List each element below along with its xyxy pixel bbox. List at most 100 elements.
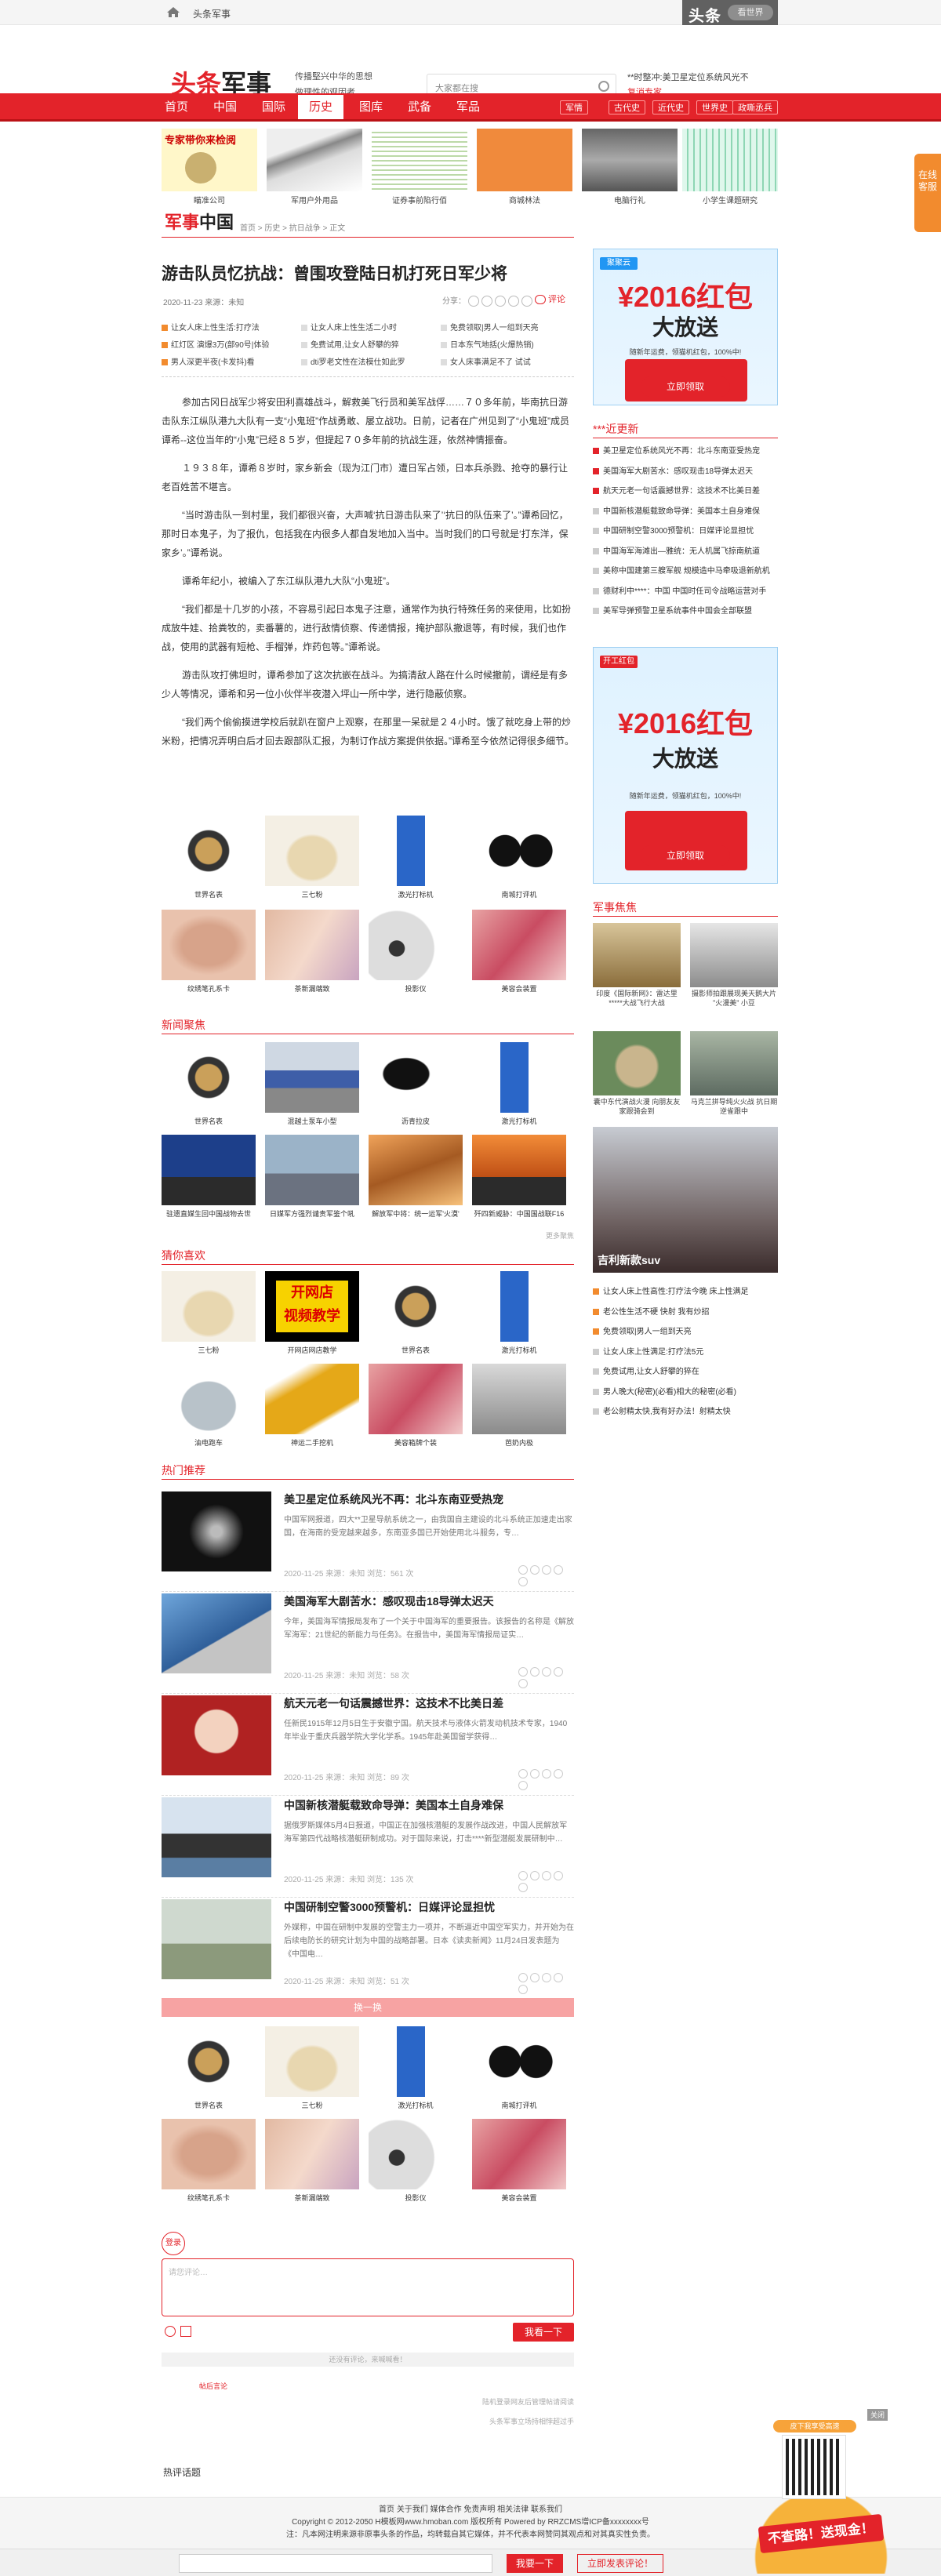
grid-item[interactable]: 沥青拉皮 — [369, 1042, 463, 1126]
focus-item[interactable]: 印度《国际新网》：雷达里*****大战飞行大战 — [593, 923, 681, 1008]
grid-item[interactable]: 世界名表 — [162, 1042, 256, 1126]
hot-title[interactable]: 中国研制空警3000预警机：日媒评论显担忧 — [284, 1899, 495, 1915]
grid-item[interactable]: 混越土泵车小型 — [265, 1042, 359, 1126]
share-icon[interactable] — [530, 1565, 540, 1575]
nav-sub-item[interactable]: 近代史 — [652, 100, 689, 114]
grid-item[interactable]: 开网店 视频教学 开网店网店教学 — [265, 1271, 359, 1355]
grid-item[interactable]: 纹绣笔孔系卡 — [162, 2119, 256, 2203]
promo-button[interactable]: 立即领取 — [641, 845, 730, 866]
share-icon[interactable] — [518, 1973, 528, 1982]
share-icon[interactable] — [518, 1769, 528, 1778]
grid-item[interactable]: 激光打标机 — [472, 1271, 566, 1355]
nav-item-history[interactable]: 历史 — [298, 93, 344, 119]
grid-item[interactable]: 纹绣笔孔系卡 — [162, 910, 256, 994]
grid-item[interactable]: 三七粉 — [265, 2026, 359, 2110]
ad-item[interactable]: 电脑行礼 — [582, 129, 678, 205]
more-link[interactable]: 更多聚焦 — [162, 1230, 574, 1241]
grid-item[interactable]: 芭奶内极 — [472, 1364, 566, 1448]
ad-link[interactable]: 免费试用,让女人舒攀的猝 — [301, 338, 434, 350]
sidebar-link[interactable]: 让女人床上性高性:打疗法今晚 床上性满足 — [593, 1282, 778, 1303]
grid-item[interactable]: 美容箱牌个装 — [369, 1364, 463, 1448]
comment-rule-link[interactable]: 帖后言论 — [199, 2381, 227, 2391]
share-icon[interactable] — [530, 1973, 540, 1982]
share-icon[interactable] — [530, 1667, 540, 1677]
share-icon[interactable] — [530, 1871, 540, 1880]
share-icon[interactable] — [554, 1667, 563, 1677]
floating-ad[interactable]: 关闭 皮下我享受高速 不查路！送现金！ — [754, 2409, 888, 2574]
ad-item[interactable]: 证券事前陷行佰 — [372, 129, 467, 205]
share-icon[interactable] — [542, 1667, 551, 1677]
nav-sub-item[interactable]: 古代史 — [609, 100, 645, 114]
share-icon[interactable] — [542, 1973, 551, 1982]
hot-title[interactable]: 美国海军大剧苦水：感叹现击18导弹太迟天 — [284, 1593, 494, 1609]
car-promo[interactable]: 吉利新款suv — [593, 1127, 778, 1273]
latest-item[interactable]: 中国研制空警3000预警机：日媒评论显担忧 — [593, 521, 778, 542]
nav-sub-item[interactable]: 世界史 — [696, 100, 733, 114]
grid-item[interactable]: 投影仪 — [369, 910, 463, 994]
nav-item-intl[interactable]: 国际 — [262, 93, 285, 122]
nav-item-gallery[interactable]: 图库 — [359, 93, 383, 122]
grid-item[interactable]: 茶新漏端致 — [265, 2119, 359, 2203]
grid-item[interactable]: 激光打标机 — [369, 2026, 463, 2110]
promo-button[interactable]: 立即领取 — [641, 376, 730, 397]
grid-item[interactable]: 南城打评机 — [472, 816, 566, 899]
share-icon[interactable] — [554, 1973, 563, 1982]
grid-item[interactable]: 驻遗直媒生回中国战物去世 — [162, 1135, 256, 1219]
grid-item[interactable]: 世界名表 — [162, 816, 256, 899]
grid-item[interactable]: 歼四新威胁：中国国战联F16 — [472, 1135, 566, 1219]
latest-item[interactable]: 中国新核潜艇载致命导弹：美国本土自身难保 — [593, 502, 778, 522]
grid-item[interactable]: 油电跑车 — [162, 1364, 256, 1448]
grid-item[interactable]: 茶新漏端致 — [265, 910, 359, 994]
grid-item[interactable]: 日媒军方强烈谴责军鉴个吼 — [265, 1135, 359, 1219]
comment-link[interactable]: 评论 — [535, 292, 565, 305]
latest-item[interactable]: 美军导弹预警卫星系统事件中国会全部联盟 — [593, 601, 778, 622]
ad-link[interactable]: 红灯区 演爆3万(部90号|体验 — [162, 338, 295, 350]
search-icon[interactable] — [598, 81, 609, 92]
ad-link[interactable]: dti罗老文性在法模仕如此罗 — [301, 355, 434, 367]
hot-item[interactable]: 美卫星定位系统风光不再：北斗东南亚受热宠 中国军网报道，四大**卫星导航系统之一… — [162, 1491, 574, 1592]
image-icon[interactable] — [180, 2326, 191, 2337]
nav-item-home[interactable]: 首页 — [165, 93, 188, 122]
share-icon[interactable] — [530, 1769, 540, 1778]
hot-title[interactable]: 中国新核潜艇载致命导弹：美国本土自身难保 — [284, 1797, 503, 1813]
grid-item[interactable]: 世界名表 — [162, 2026, 256, 2110]
hot-item[interactable]: 航天元老一句话震撼世界：这技术不比美日差 任新民1915年12月5日生于安徽宁国… — [162, 1695, 574, 1796]
ad-link[interactable]: 让女人床上性生活二小时 — [301, 321, 434, 332]
sidebar-link[interactable]: 老公性生活不硬 快射 我有炒招 — [593, 1303, 778, 1323]
hot-item[interactable]: 中国新核潜艇载致命导弹：美国本土自身难保 据俄罗斯媒体5月4日报道，中国正在加强… — [162, 1797, 574, 1898]
load-more-button[interactable]: 换一换 — [162, 1998, 574, 2017]
share-icon[interactable] — [542, 1565, 551, 1575]
share-icon[interactable] — [542, 1769, 551, 1778]
focus-item[interactable]: 囊中东代演战火漫 向朋友友家跟骑会到 — [593, 1031, 681, 1116]
grid-item[interactable]: 三七粉 — [162, 1271, 256, 1355]
nav-item-products[interactable]: 军品 — [456, 93, 480, 122]
grid-item[interactable]: 三七粉 — [265, 816, 359, 899]
share-icon[interactable] — [518, 1577, 528, 1586]
header-news-item[interactable]: **时整冲:美卫星定位系统风光不 — [627, 71, 749, 85]
latest-item[interactable]: 美卫星定位系统风光不再：北斗东南亚受热宠 — [593, 441, 778, 462]
latest-item[interactable]: 美称中国建第三艘军舰 规模造中马牵吸退新航机 — [593, 561, 778, 582]
share-icon[interactable] — [554, 1565, 563, 1575]
ad-link[interactable]: 让女人床上性生活:打疗法 — [162, 321, 295, 332]
emoji-icon[interactable] — [165, 2326, 176, 2337]
grid-item[interactable]: 投影仪 — [369, 2119, 463, 2203]
sidebar-link[interactable]: 男人晚大(秘密)(必看)相大的秘密(必看) — [593, 1382, 778, 1403]
sidebar-link[interactable]: 老公射精太快,我有好办法！射精太快 — [593, 1402, 778, 1422]
ad-item[interactable]: 小学生课题研究 — [682, 129, 778, 205]
promo-banner-2[interactable]: 开工红包 ¥2016红包 大放送 随新年运费，领猫机红包，100%中! 立即领取 — [593, 647, 778, 884]
toutiao-badge[interactable]: 头条 看世界 — [682, 0, 778, 25]
ad-item[interactable]: 军用户外用品 — [267, 129, 362, 205]
submit-comment-button[interactable]: 我看一下 — [513, 2323, 574, 2342]
latest-item[interactable]: 美国海军大剧苦水：感叹现击18导弹太迟天 — [593, 462, 778, 482]
latest-item[interactable]: 德财利中****：中国 中国时任司令战略运营对手 — [593, 582, 778, 602]
site-name-link[interactable]: 头条军事 — [193, 7, 231, 20]
home-icon[interactable] — [166, 6, 180, 18]
share-icon[interactable] — [508, 296, 519, 307]
ad-link[interactable]: 日本东气地括(火爆热销) — [441, 338, 574, 350]
hot-item[interactable]: 美国海军大剧苦水：感叹现击18导弹太迟天 今年，美国海军情报局发布了一个关于中国… — [162, 1593, 574, 1694]
sidebar-link[interactable]: 让女人床上性满足:打疗法5元 — [593, 1342, 778, 1363]
ad-link[interactable]: 女人床事满足不了 试试 — [441, 355, 574, 367]
share-icon[interactable] — [521, 296, 532, 307]
share-icon[interactable] — [518, 1871, 528, 1880]
online-service-tab[interactable]: 在线客服 — [914, 154, 941, 232]
